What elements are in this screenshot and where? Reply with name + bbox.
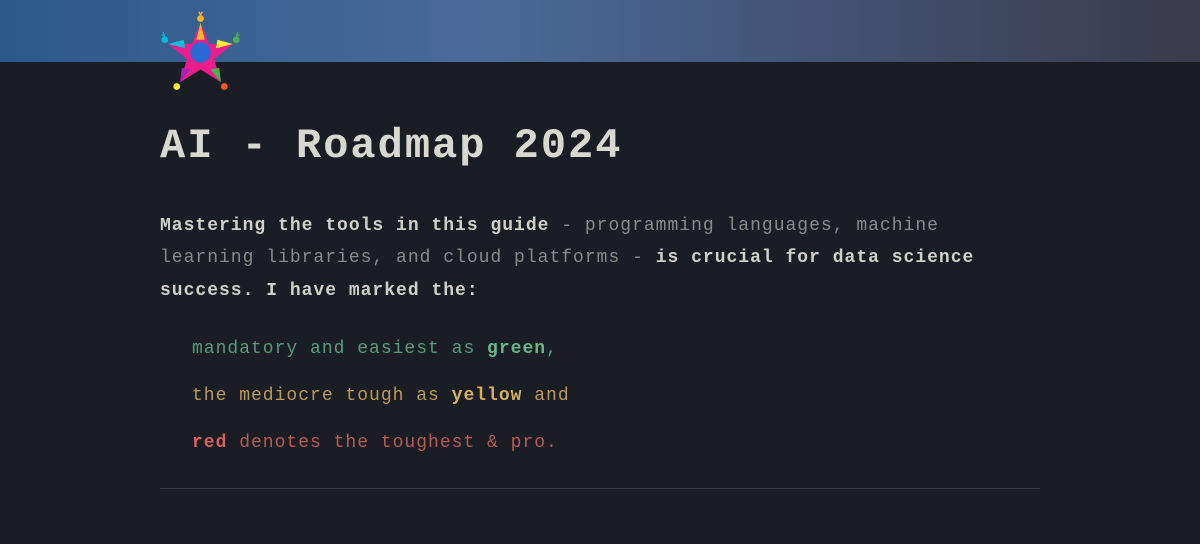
legend-green-prefix: mandatory and easiest as: [192, 339, 487, 359]
legend-green-keyword: green: [487, 339, 546, 359]
description-paragraph: Mastering the tools in this guide - prog…: [160, 210, 1040, 307]
section-divider: [160, 488, 1040, 489]
legend-green-line: mandatory and easiest as green,: [192, 335, 1040, 364]
legend-yellow-suffix: and: [522, 386, 569, 406]
page-title: AI - Roadmap 2024: [160, 122, 1040, 170]
legend-green-suffix: ,: [546, 339, 558, 359]
main-content: AI - Roadmap 2024 Mastering the tools in…: [0, 62, 1200, 489]
pinata-logo-icon: [158, 10, 243, 95]
legend-yellow-keyword: yellow: [452, 386, 523, 406]
legend-yellow-line: the mediocre tough as yellow and: [192, 382, 1040, 411]
legend-red-keyword: red: [192, 433, 227, 453]
legend-red-line: red denotes the toughest & pro.: [192, 429, 1040, 458]
legend-red-suffix: denotes the toughest & pro.: [227, 433, 557, 453]
description-bold-1: Mastering the tools in this guide: [160, 216, 549, 236]
legend-block: mandatory and easiest as green, the medi…: [160, 335, 1040, 457]
legend-yellow-prefix: the mediocre tough as: [192, 386, 452, 406]
